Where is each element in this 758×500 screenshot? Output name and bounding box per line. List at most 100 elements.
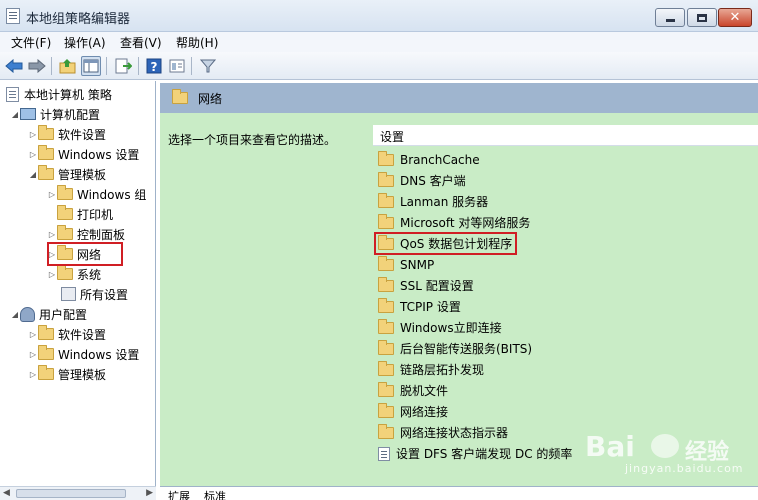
toolbar-separator bbox=[106, 57, 107, 75]
highlight-box bbox=[47, 242, 123, 266]
tree-item-root[interactable]: 本地计算机 策略 bbox=[6, 84, 112, 104]
folder-icon bbox=[38, 145, 54, 160]
scroll-right-icon[interactable]: ▶ bbox=[146, 488, 153, 498]
setting-item-label: Windows立即连接 bbox=[400, 321, 502, 335]
folder-icon bbox=[378, 213, 394, 229]
tree-item-computer-config[interactable]: ◢ 计算机配置 bbox=[10, 104, 100, 124]
folder-icon bbox=[38, 365, 54, 380]
tree-item-system[interactable]: ▷ 系统 bbox=[47, 264, 101, 284]
setting-item-label: 链路层拓扑发现 bbox=[400, 363, 485, 377]
tree-horizontal-scrollbar[interactable]: ◀ ▶ bbox=[0, 486, 156, 500]
toolbar-separator bbox=[138, 57, 139, 75]
setting-item[interactable]: 网络连接状态指示器 bbox=[378, 423, 508, 442]
menu-file[interactable]: 文件(F) bbox=[11, 34, 51, 51]
collapse-arrow-icon[interactable]: ▷ bbox=[28, 350, 38, 359]
setting-item[interactable]: DNS 客户端 bbox=[378, 171, 466, 190]
tree-item-admin-templates[interactable]: ◢ 管理模板 bbox=[28, 164, 106, 184]
setting-item[interactable]: 链路层拓扑发现 bbox=[378, 360, 484, 379]
column-header-label: 设置 bbox=[380, 130, 405, 144]
export-list-icon bbox=[115, 58, 132, 74]
scroll-thumb[interactable] bbox=[16, 489, 126, 498]
setting-item[interactable]: BranchCache bbox=[378, 150, 480, 169]
tree-item-printers[interactable]: 打印机 bbox=[57, 204, 113, 224]
tree-item-user-admin-templates[interactable]: ▷ 管理模板 bbox=[28, 364, 106, 384]
collapse-arrow-icon[interactable]: ▷ bbox=[28, 130, 38, 139]
description-text: 选择一个项目来查看它的描述。 bbox=[168, 133, 337, 147]
expand-arrow-icon[interactable]: ◢ bbox=[10, 110, 20, 119]
folder-icon bbox=[378, 402, 394, 418]
tree-item-label: 管理模板 bbox=[58, 167, 107, 182]
tree-item-label: 计算机配置 bbox=[40, 107, 101, 122]
setting-item[interactable]: 设置 DFS 客户端发现 DC 的频率 bbox=[378, 444, 572, 463]
setting-item-label: DNS 客户端 bbox=[400, 174, 466, 188]
tree-item-control-panel[interactable]: ▷ 控制面板 bbox=[47, 224, 125, 244]
setting-item[interactable]: SSL 配置设置 bbox=[378, 276, 474, 295]
folder-icon bbox=[38, 165, 54, 180]
tree-item-windows-components[interactable]: ▷ Windows 组 bbox=[47, 184, 146, 204]
tree-item-windows-settings[interactable]: ▷ Windows 设置 bbox=[28, 144, 139, 164]
collapse-arrow-icon[interactable]: ▷ bbox=[28, 370, 38, 379]
setting-item-label: SSL 配置设置 bbox=[400, 279, 474, 293]
column-header-settings[interactable]: 设置 bbox=[373, 125, 758, 146]
maximize-button[interactable] bbox=[687, 8, 717, 27]
folder-icon bbox=[378, 381, 394, 397]
folder-icon bbox=[57, 185, 73, 200]
tree-item-label: 打印机 bbox=[77, 207, 114, 222]
tree-item-label: 所有设置 bbox=[80, 287, 129, 302]
setting-item[interactable]: 后台智能传送服务(BITS) bbox=[378, 339, 532, 358]
back-button[interactable] bbox=[4, 56, 24, 76]
menu-help[interactable]: 帮助(H) bbox=[176, 34, 218, 51]
folder-icon bbox=[57, 205, 73, 220]
tab-extended[interactable]: 扩展 bbox=[168, 488, 190, 500]
menu-bar: 文件(F) 操作(A) 查看(V) 帮助(H) bbox=[0, 32, 758, 52]
minimize-button[interactable] bbox=[655, 8, 685, 27]
maximize-icon bbox=[697, 13, 707, 22]
close-button[interactable]: ✕ bbox=[718, 8, 752, 27]
collapse-arrow-icon[interactable]: ▷ bbox=[47, 270, 57, 279]
tree-item-label: 用户配置 bbox=[39, 307, 88, 322]
collapse-arrow-icon[interactable]: ▷ bbox=[47, 190, 57, 199]
tree-item-user-config[interactable]: ◢ 用户配置 bbox=[10, 304, 87, 324]
menu-action[interactable]: 操作(A) bbox=[64, 34, 106, 51]
export-list-button[interactable] bbox=[113, 56, 133, 76]
expand-arrow-icon[interactable]: ◢ bbox=[10, 310, 20, 319]
tree-item-all-settings[interactable]: 所有设置 bbox=[61, 284, 128, 304]
setting-item[interactable]: 脱机文件 bbox=[378, 381, 448, 400]
tree-item-user-software-settings[interactable]: ▷ 软件设置 bbox=[28, 324, 106, 344]
setting-item-label: TCPIP 设置 bbox=[400, 300, 461, 314]
filter-icon bbox=[200, 59, 216, 73]
title-bar: 本地组策略编辑器 ✕ bbox=[0, 0, 758, 32]
setting-item[interactable]: SNMP bbox=[378, 255, 434, 274]
properties-button[interactable] bbox=[167, 56, 187, 76]
show-hide-tree-button[interactable] bbox=[81, 56, 101, 76]
help-icon: ? bbox=[146, 58, 162, 74]
minimize-icon bbox=[665, 19, 675, 22]
tree-item-user-windows-settings[interactable]: ▷ Windows 设置 bbox=[28, 344, 139, 364]
collapse-arrow-icon[interactable]: ▷ bbox=[28, 150, 38, 159]
folder-icon bbox=[378, 150, 394, 166]
scroll-left-icon[interactable]: ◀ bbox=[3, 488, 10, 498]
filter-button[interactable] bbox=[198, 56, 218, 76]
expand-arrow-icon[interactable]: ◢ bbox=[28, 170, 38, 179]
menu-view[interactable]: 查看(V) bbox=[120, 34, 162, 51]
tab-standard[interactable]: 标准 bbox=[204, 488, 226, 500]
computer-icon bbox=[20, 108, 36, 120]
tree-item-software-settings[interactable]: ▷ 软件设置 bbox=[28, 124, 106, 144]
collapse-arrow-icon[interactable]: ▷ bbox=[28, 330, 38, 339]
setting-item[interactable]: Lanman 服务器 bbox=[378, 192, 488, 211]
setting-item[interactable]: 网络连接 bbox=[378, 402, 448, 421]
setting-item[interactable]: TCPIP 设置 bbox=[378, 297, 461, 316]
setting-item[interactable]: Microsoft 对等网络服务 bbox=[378, 213, 530, 232]
up-folder-button[interactable] bbox=[58, 56, 78, 76]
setting-item[interactable]: Windows立即连接 bbox=[378, 318, 502, 337]
tree-item-label: Windows 组 bbox=[77, 187, 147, 202]
folder-icon bbox=[378, 423, 394, 439]
forward-icon bbox=[28, 59, 46, 73]
folder-icon bbox=[378, 255, 394, 271]
forward-button[interactable] bbox=[27, 56, 47, 76]
tree-item-label: Windows 设置 bbox=[58, 347, 140, 362]
collapse-arrow-icon[interactable]: ▷ bbox=[47, 230, 57, 239]
setting-item-label: Lanman 服务器 bbox=[400, 195, 489, 209]
help-button[interactable]: ? bbox=[144, 56, 164, 76]
highlight-box bbox=[374, 232, 517, 255]
